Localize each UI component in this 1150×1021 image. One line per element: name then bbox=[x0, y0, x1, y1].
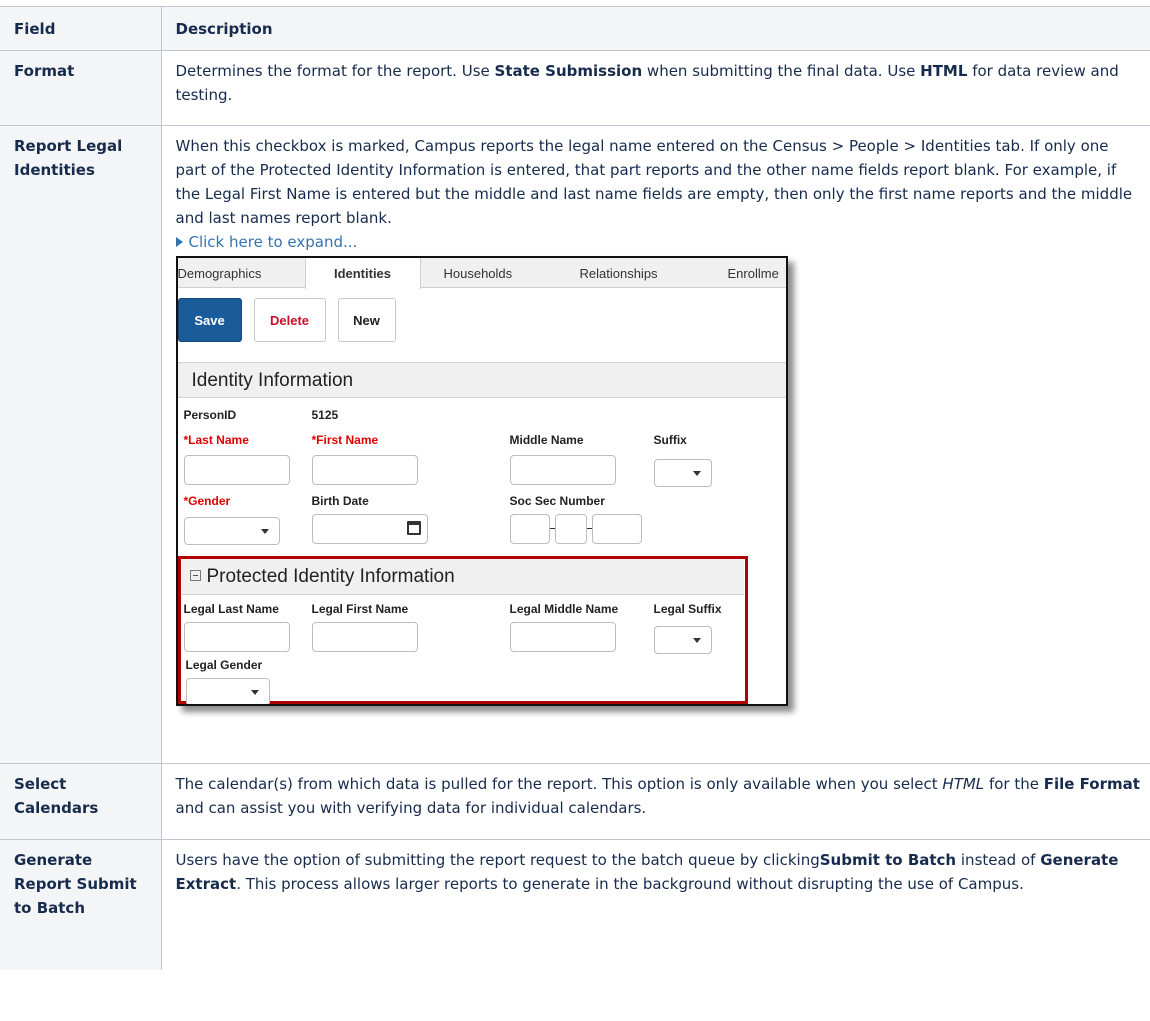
table-row: Format Determines the format for the rep… bbox=[0, 50, 1150, 126]
field-description: The calendar(s) from which data is pulle… bbox=[161, 763, 1150, 840]
person-id-label: PersonID bbox=[183, 408, 237, 422]
desc-text: When this checkbox is marked, Campus rep… bbox=[175, 137, 1133, 227]
new-button[interactable]: New bbox=[337, 298, 396, 342]
middle-name-label: Middle Name bbox=[509, 433, 584, 447]
legal-last-name-input[interactable] bbox=[183, 622, 290, 652]
birth-date-input[interactable] bbox=[311, 514, 428, 544]
table-row: Select Calendars The calendar(s) from wh… bbox=[0, 763, 1150, 840]
legal-first-name-label: Legal First Name bbox=[311, 602, 409, 616]
expand-link-label: Click here to expand... bbox=[188, 233, 358, 251]
tab-identities[interactable]: Identities bbox=[304, 258, 421, 289]
ssn-part3-input[interactable] bbox=[591, 514, 642, 544]
desc-text: when submitting the final data. Use bbox=[642, 62, 921, 80]
tab-relationships[interactable]: Relationships bbox=[580, 258, 700, 288]
desc-bold: Submit to Batch bbox=[819, 851, 957, 869]
table-header-row: Field Description bbox=[0, 6, 1150, 51]
field-name: Select Calendars bbox=[0, 763, 162, 840]
identity-information-heading: Identity Information bbox=[177, 362, 786, 398]
desc-italic: HTML bbox=[942, 775, 985, 793]
field-description-table: Field Description Format Determines the … bbox=[0, 6, 1150, 970]
tab-bar: Demographics Identities Households Relat… bbox=[177, 258, 786, 289]
ssn-label: Soc Sec Number bbox=[509, 494, 605, 508]
field-name: Report Legal Identities bbox=[0, 125, 162, 764]
legal-suffix-select[interactable] bbox=[653, 626, 712, 654]
desc-text: The calendar(s) from which data is pulle… bbox=[175, 775, 943, 793]
identities-screenshot: Demographics Identities Households Relat… bbox=[175, 256, 788, 706]
protected-identity-title: Protected Identity Information bbox=[206, 566, 455, 587]
tab-demographics[interactable]: Demographics bbox=[178, 258, 302, 288]
field-description: Users have the option of submitting the … bbox=[161, 839, 1150, 970]
desc-bold: State Submission bbox=[494, 62, 643, 80]
legal-gender-select[interactable] bbox=[185, 678, 270, 704]
desc-bold: HTML bbox=[920, 62, 968, 80]
header-field: Field bbox=[0, 6, 162, 51]
first-name-input[interactable] bbox=[311, 455, 418, 485]
field-name: Format bbox=[0, 50, 162, 126]
gender-label: *Gender bbox=[183, 494, 231, 508]
delete-button[interactable]: Delete bbox=[253, 298, 326, 342]
legal-middle-name-input[interactable] bbox=[509, 622, 616, 652]
save-button[interactable]: Save bbox=[177, 298, 242, 342]
ssn-dash bbox=[549, 528, 555, 529]
ssn-part1-input[interactable] bbox=[509, 514, 550, 544]
expand-triangle-icon bbox=[175, 237, 183, 247]
expand-link[interactable]: Click here to expand... bbox=[175, 230, 1141, 254]
person-id-value: 5125 bbox=[311, 408, 339, 422]
desc-bold: File Format bbox=[1043, 775, 1140, 793]
first-name-label: *First Name bbox=[311, 433, 379, 447]
birth-date-label: Birth Date bbox=[311, 494, 369, 508]
desc-text: for the bbox=[984, 775, 1044, 793]
gender-select[interactable] bbox=[183, 517, 280, 545]
collapse-icon[interactable] bbox=[189, 570, 201, 581]
last-name-label: *Last Name bbox=[183, 433, 249, 447]
suffix-label: Suffix bbox=[653, 433, 687, 447]
calendar-icon[interactable] bbox=[406, 521, 421, 535]
field-name: Generate Report Submit to Batch bbox=[0, 839, 162, 970]
table-row: Report Legal Identities When this checkb… bbox=[0, 125, 1150, 764]
middle-name-input[interactable] bbox=[509, 455, 616, 485]
tab-enrollment[interactable]: Enrollme bbox=[728, 258, 786, 288]
desc-text: Determines the format for the report. Us… bbox=[175, 62, 495, 80]
legal-gender-label: Legal Gender bbox=[185, 658, 263, 672]
header-description: Description bbox=[161, 6, 1150, 51]
legal-last-name-label: Legal Last Name bbox=[183, 602, 279, 616]
desc-text: and can assist you with verifying data f… bbox=[175, 799, 647, 817]
field-description: When this checkbox is marked, Campus rep… bbox=[161, 125, 1150, 764]
ssn-part2-input[interactable] bbox=[554, 514, 587, 544]
desc-text: Users have the option of submitting the … bbox=[175, 851, 820, 869]
ssn-dash bbox=[586, 528, 592, 529]
tab-households[interactable]: Households bbox=[444, 258, 554, 288]
legal-middle-name-label: Legal Middle Name bbox=[509, 602, 619, 616]
legal-suffix-label: Legal Suffix bbox=[653, 602, 722, 616]
last-name-input[interactable] bbox=[183, 455, 290, 485]
desc-text: . This process allows larger reports to … bbox=[236, 875, 1024, 893]
desc-text: instead of bbox=[956, 851, 1041, 869]
suffix-select[interactable] bbox=[653, 459, 712, 487]
table-row: Generate Report Submit to Batch Users ha… bbox=[0, 839, 1150, 970]
field-description: Determines the format for the report. Us… bbox=[161, 50, 1150, 126]
protected-identity-heading[interactable]: Protected Identity Information bbox=[181, 559, 744, 595]
legal-first-name-input[interactable] bbox=[311, 622, 418, 652]
